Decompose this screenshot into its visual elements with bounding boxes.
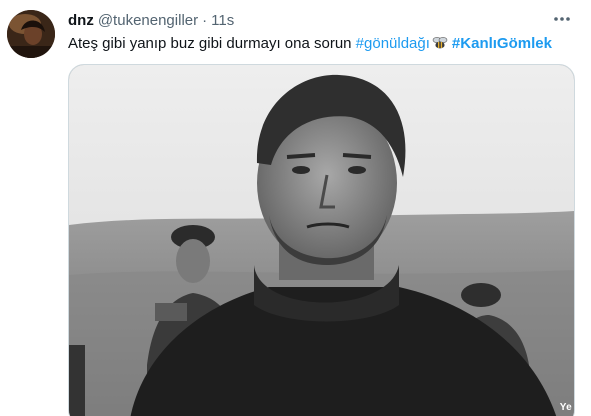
hashtag-gonuldagi[interactable]: #gönüldağı bbox=[356, 35, 430, 52]
user-handle[interactable]: @tukenengiller bbox=[98, 12, 198, 29]
tweet-body-text: Ateş gibi yanıp buz gibi durmayı ona sor… bbox=[68, 35, 352, 52]
tweet-header: dnz @tukenengiller · 11s bbox=[68, 10, 234, 30]
avatar-image bbox=[7, 10, 55, 58]
channel-watermark: Ye bbox=[559, 402, 572, 413]
tweet-media-image[interactable]: Ye bbox=[68, 64, 575, 416]
tweet-text: Ateş gibi yanıp buz gibi durmayı ona sor… bbox=[68, 34, 552, 56]
more-options-button[interactable] bbox=[549, 8, 575, 30]
hashtag-kanligomlek[interactable]: #KanlıGömlek bbox=[452, 35, 552, 52]
more-horizontal-icon bbox=[554, 17, 570, 21]
photo-scene bbox=[69, 65, 574, 416]
tweet[interactable]: dnz @tukenengiller · 11s Ateş gibi yanıp… bbox=[0, 0, 591, 416]
avatar[interactable] bbox=[7, 10, 55, 58]
separator-dot: · bbox=[202, 11, 208, 29]
display-name[interactable]: dnz bbox=[68, 12, 94, 29]
bee-icon bbox=[432, 36, 448, 56]
timestamp[interactable]: 11s bbox=[211, 12, 234, 29]
